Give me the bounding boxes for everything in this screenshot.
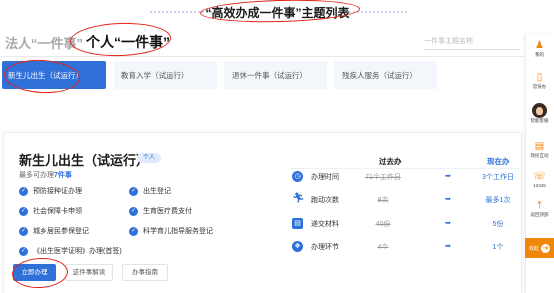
page-title: “高效办成一件事”主题列表 <box>205 6 350 20</box>
row-label: 办理时间 <box>311 174 339 181</box>
service-item-label: 出生登记 <box>143 188 171 195</box>
service-item: ✓ 社会保障卡申领 <box>19 206 82 216</box>
avatar-icon <box>532 103 547 118</box>
after-header: 现在办 <box>487 157 510 166</box>
collapse-rail-button[interactable]: 收起 ➔ <box>525 238 554 258</box>
table-divider <box>290 168 522 169</box>
message-icon: ▤ <box>534 141 545 152</box>
rail-item-hotline[interactable]: ☏ 12345 <box>525 171 554 189</box>
row-label: 递交材料 <box>311 221 339 228</box>
check-icon: ✓ <box>129 186 138 196</box>
arrow-right-icon: ➡ <box>445 220 451 227</box>
tab-legal-person[interactable]: 法人“一件事” <box>5 33 83 52</box>
row-after: 3个工作日 <box>482 174 514 181</box>
row-before: 71个工作日 <box>365 174 401 181</box>
category-newborn[interactable]: 新生儿出生（试运行） <box>2 61 106 89</box>
rail-item-label: 我的 <box>535 52 544 57</box>
category-label: 退休一件事（试运行） <box>232 70 307 80</box>
rail-item-back-to-top[interactable]: ⤒ 返回顶部 <box>525 200 554 218</box>
clock-icon: ◷ <box>292 171 303 182</box>
collapse-label: 收起 <box>528 245 539 252</box>
row-after: 5份 <box>492 221 504 228</box>
row-after: 1个 <box>492 244 504 251</box>
rail-item-label: 12345 <box>533 183 546 188</box>
arrow-right-icon: ➡ <box>445 196 451 203</box>
service-item-label: 《出生医学证明》办理(首签) <box>33 248 122 255</box>
check-icon: ✓ <box>19 186 28 196</box>
before-header: 过去办 <box>379 157 402 166</box>
service-item-label: 生育医疗费支付 <box>143 208 192 215</box>
check-icon: ✓ <box>19 226 28 236</box>
row-label: 跑动次数 <box>311 197 339 204</box>
check-icon: ✓ <box>19 206 28 216</box>
service-item: ✓ 城乡居民参保登记 <box>19 226 89 236</box>
rail-item-quick[interactable]: ▯ 官快办 <box>525 72 554 90</box>
tab-individual[interactable]: 个人“一件事” <box>86 32 170 52</box>
search-input[interactable] <box>424 34 520 50</box>
service-type-badge: 个人 <box>137 153 162 163</box>
row-label: 办理环节 <box>311 244 339 251</box>
explanation-button[interactable]: 这件事解读 <box>65 264 113 281</box>
service-item-label: 科学育儿指导服务登记 <box>143 228 213 235</box>
check-icon: ✓ <box>129 226 138 236</box>
rail-item-mine[interactable]: ♟ 我的 <box>525 40 554 58</box>
rail-item-label: 官快办 <box>532 84 547 89</box>
rail-item-label: 政民互动 <box>530 153 549 158</box>
service-item: ✓ 出生登记 <box>129 186 171 196</box>
rail-item-interaction[interactable]: ▤ 政民互动 <box>525 141 554 159</box>
service-item: ✓ 预防接种证办理 <box>19 186 82 196</box>
document-icon: ▤ <box>292 218 303 229</box>
service-title: 新生儿出生（试运行） <box>19 153 150 168</box>
category-label: 残疾人服务（试运行） <box>342 70 417 80</box>
category-label: 新生儿出生（试运行） <box>8 70 83 80</box>
service-item: ✓ 生育医疗费支付 <box>129 206 192 216</box>
row-after: 最多1次 <box>485 197 511 204</box>
steps-icon: ❖ <box>292 241 303 252</box>
runner-icon: 🏃︎ <box>292 193 305 204</box>
check-icon: ✓ <box>129 206 138 216</box>
service-item-label: 预防接种证办理 <box>33 188 82 195</box>
row-before: 4个 <box>377 244 389 251</box>
hotline-icon: ☏ <box>533 171 546 182</box>
phone-icon: ▯ <box>536 72 543 83</box>
service-item: ✓ 《出生医学证明》办理(首签) <box>19 246 122 256</box>
user-icon: ♟ <box>535 40 544 51</box>
subtitle-prefix: 最多可办理 <box>19 172 54 179</box>
category-disability[interactable]: 残疾人服务（试运行） <box>334 61 437 89</box>
row-before: 40份 <box>375 221 391 228</box>
service-item-label: 社会保障卡申领 <box>33 208 82 215</box>
category-label: 教育入学（试运行） <box>121 70 189 80</box>
arrow-right-icon: ➡ <box>445 173 451 180</box>
service-subtitle: 最多可办理7件事 <box>19 170 72 180</box>
arrow-right-icon: ➡ <box>445 243 451 250</box>
category-education[interactable]: 教育入学（试运行） <box>114 61 217 89</box>
title-decoration-left <box>150 8 212 16</box>
subtitle-count: 7件事 <box>54 172 72 179</box>
apply-now-button[interactable]: 立即办理 <box>13 264 56 281</box>
check-icon: ✓ <box>19 246 28 256</box>
rail-item-assistant[interactable]: 智能客服 <box>525 103 554 124</box>
title-decoration-right <box>345 8 407 16</box>
guide-button[interactable]: 办事指南 <box>122 264 168 281</box>
rail-item-label: 返回顶部 <box>530 212 549 217</box>
service-item-label: 城乡居民参保登记 <box>33 228 89 235</box>
back-to-top-icon: ⤒ <box>537 200 542 211</box>
divider <box>0 56 524 57</box>
arrow-right-icon: ➔ <box>541 243 550 253</box>
category-retirement[interactable]: 退休一件事（试运行） <box>224 61 327 89</box>
rail-item-label: 智能客服 <box>530 118 549 123</box>
row-before: 8次 <box>377 197 389 204</box>
service-item: ✓ 科学育儿指导服务登记 <box>129 226 213 236</box>
